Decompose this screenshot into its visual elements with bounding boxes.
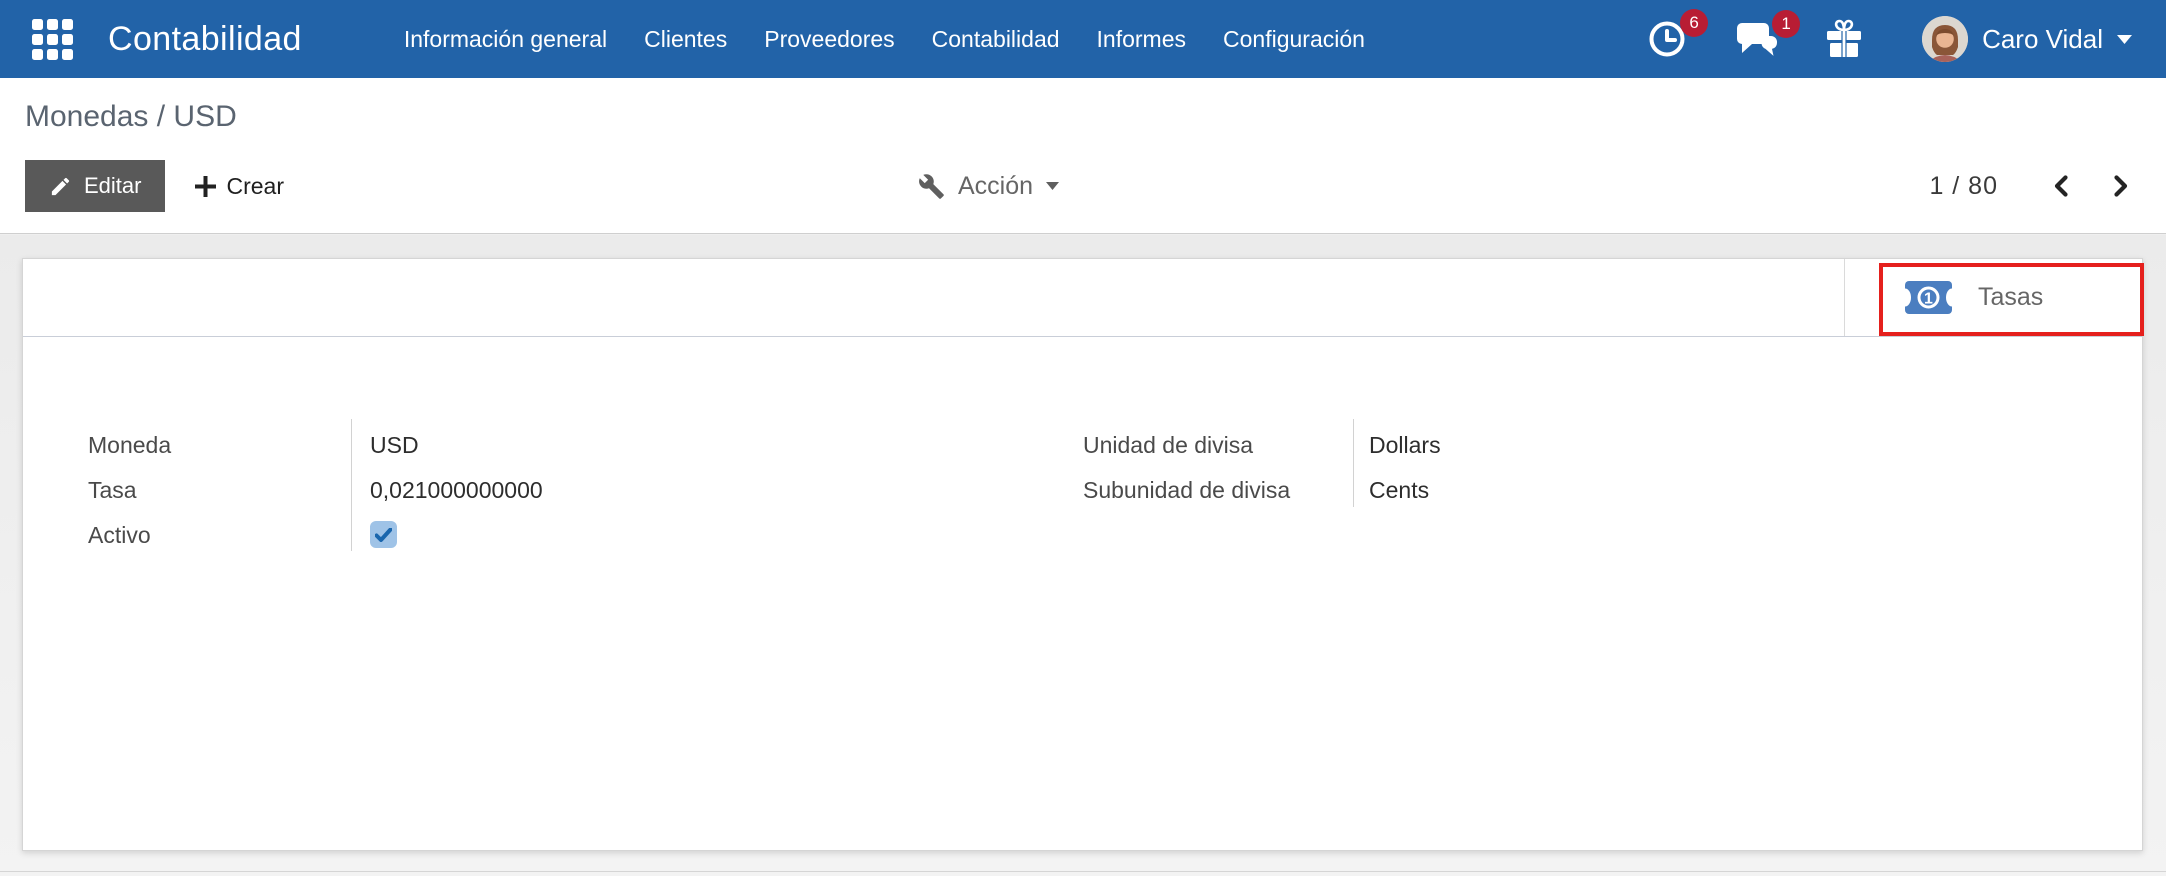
chevron-down-icon <box>2117 34 2132 44</box>
app-title[interactable]: Contabilidad <box>108 20 302 59</box>
menu-item-informes[interactable]: Informes <box>1097 26 1186 53</box>
rates-stat-button[interactable]: 1 Tasas <box>1844 259 2142 336</box>
footer-divider <box>0 871 2166 872</box>
values-column: USD 0,021000000000 <box>370 431 543 548</box>
avatar <box>1922 16 1969 62</box>
systray: 6 1 Caro Vidal <box>1646 9 2132 62</box>
chevron-left-icon <box>2054 175 2068 197</box>
field-label-subunidad-divisa: Subunidad de divisa <box>1083 477 1291 503</box>
wrench-icon <box>919 173 944 199</box>
label-value-divider <box>1353 419 1354 507</box>
breadcrumb[interactable]: Monedas / USD <box>25 100 237 134</box>
action-dropdown[interactable]: Acción <box>918 160 1060 212</box>
chevron-right-icon <box>2114 175 2128 197</box>
message-count-badge: 1 <box>1772 10 1801 38</box>
svg-text:1: 1 <box>1924 291 1933 308</box>
control-panel: Monedas / USD Editar Crear Acción 1 / 80 <box>0 78 2166 234</box>
checkmark-icon <box>375 527 392 542</box>
create-button[interactable]: Crear <box>195 173 284 200</box>
gift-icon <box>1827 19 1862 57</box>
labels-column: Unidad de divisa Subunidad de divisa <box>1083 431 1290 504</box>
field-group-right: Unidad de divisa Subunidad de divisa Dol… <box>1083 419 1943 507</box>
messages-chat-icon[interactable]: 1 <box>1734 10 1801 59</box>
plus-icon <box>195 175 217 197</box>
field-value-moneda: USD <box>370 432 419 458</box>
values-column: Dollars Cents <box>1369 431 1441 504</box>
labels-column: Moneda Tasa Activo <box>88 431 171 549</box>
edit-button[interactable]: Editar <box>25 160 166 212</box>
content-area: 1 Tasas Moneda Tasa Activo USD 0,0210000… <box>0 235 2166 876</box>
button-row: Editar Crear <box>25 160 284 212</box>
action-dropdown-label: Acción <box>958 171 1034 200</box>
rates-stat-button-label: Tasas <box>1978 283 2044 311</box>
label-value-divider <box>351 419 352 551</box>
field-value-subunidad-divisa: Cents <box>1369 477 1430 503</box>
field-group-left: Moneda Tasa Activo USD 0,021000000000 <box>88 419 1028 551</box>
currency-form-card: 1 Tasas Moneda Tasa Activo USD 0,0210000… <box>22 258 2144 851</box>
rewards-gift-icon[interactable] <box>1826 19 1862 59</box>
field-value-tasa: 0,021000000000 <box>370 477 543 503</box>
edit-button-label: Editar <box>84 173 142 198</box>
menu-item-informacion-general[interactable]: Información general <box>404 26 607 53</box>
field-label-tasa: Tasa <box>88 477 137 503</box>
top-navbar: Contabilidad Información general Cliente… <box>0 0 2166 78</box>
field-label-moneda: Moneda <box>88 432 172 458</box>
activities-clock-icon[interactable]: 6 <box>1646 9 1709 60</box>
field-value-unidad-divisa: Dollars <box>1369 432 1441 458</box>
stat-button-box: 1 Tasas <box>23 259 2144 337</box>
create-button-label: Crear <box>226 172 284 199</box>
user-name: Caro Vidal <box>1982 23 2103 54</box>
chevron-down-icon <box>1046 182 1060 190</box>
active-checkbox[interactable] <box>370 521 397 548</box>
main-menu: Información general Clientes Proveedores… <box>404 26 1365 53</box>
pager: 1 / 80 <box>1929 160 2132 212</box>
menu-item-configuracion[interactable]: Configuración <box>1223 26 1365 53</box>
menu-item-clientes[interactable]: Clientes <box>644 26 727 53</box>
menu-item-contabilidad[interactable]: Contabilidad <box>932 26 1060 53</box>
money-bill-icon: 1 <box>1905 281 1952 314</box>
pager-value[interactable]: 1 / 80 <box>1929 172 1998 201</box>
activity-count-badge: 6 <box>1680 9 1709 37</box>
user-menu[interactable]: Caro Vidal <box>1922 16 2132 62</box>
pencil-icon <box>51 177 70 195</box>
apps-grid-icon[interactable] <box>30 17 74 61</box>
menu-item-proveedores[interactable]: Proveedores <box>764 26 894 53</box>
field-label-unidad-divisa: Unidad de divisa <box>1083 432 1254 458</box>
pager-previous-button[interactable] <box>2050 174 2074 198</box>
pager-next-button[interactable] <box>2108 174 2132 198</box>
field-label-activo: Activo <box>88 522 151 548</box>
